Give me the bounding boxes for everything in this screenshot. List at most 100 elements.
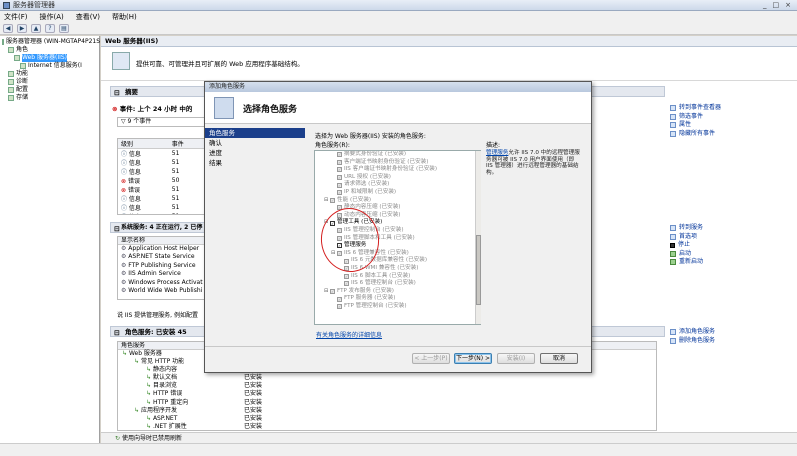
role-service-item[interactable]: ✓ IIS 6 管理控制台 (已安装) <box>315 280 480 288</box>
action-link[interactable]: 重新启动 <box>670 258 797 267</box>
tree-item[interactable]: 功能 <box>0 70 99 78</box>
menu-help[interactable]: 帮助(H) <box>112 12 137 22</box>
step-results[interactable]: 结果 <box>205 158 305 168</box>
collapse-icon[interactable]: ⊟ <box>114 88 120 98</box>
step-confirm[interactable]: 确认 <box>205 138 305 148</box>
action-link[interactable]: 启动 <box>670 250 797 259</box>
role-service-item[interactable]: ⊟ ✓ FTP 发布服务 (已安装) <box>315 288 480 296</box>
action-link[interactable]: 筛选事件 <box>670 113 797 122</box>
action-link[interactable]: 停止 <box>670 241 797 250</box>
horizontal-scrollbar[interactable] <box>0 443 797 456</box>
list-item[interactable]: ⚙ IIS Admin Service <box>118 270 204 278</box>
tree-item[interactable]: 存储 <box>0 94 99 102</box>
expander-icon[interactable]: ⊟ <box>324 197 329 205</box>
col-event[interactable]: 事件 <box>169 139 204 149</box>
table-row[interactable]: ⓘ 信息51 <box>118 212 204 214</box>
table-row[interactable]: ⊗ 错误 50 <box>118 176 204 185</box>
table-row[interactable]: ⊗ 错误 51 <box>118 185 204 194</box>
table-row[interactable]: ↳ ASP.NET 已安装 <box>118 415 656 423</box>
role-service-item[interactable]: ✓ URL 授权 (已安装) <box>315 174 480 182</box>
table-row[interactable]: ↳ HTTP 重定向 已安装 <box>118 399 656 407</box>
checkbox[interactable]: ✓ <box>337 152 342 158</box>
table-row[interactable]: ↳ 应用程序开发 已安装 <box>118 407 656 415</box>
table-row[interactable]: ⓘ 信息51 <box>118 167 204 176</box>
role-service-item[interactable]: ✓ IIS 客户端证书映射身份验证 (已安装) <box>315 166 480 174</box>
checkbox[interactable]: ✓ <box>344 281 349 287</box>
collapse-icon[interactable]: ⊟ <box>114 328 120 338</box>
maximize-button[interactable]: □ <box>773 1 780 9</box>
table-row[interactable]: ⓘ 信息51 <box>118 158 204 167</box>
checkbox[interactable]: ✓ <box>337 190 342 196</box>
scroll-thumb[interactable] <box>476 235 481 305</box>
checkbox[interactable]: ✓ <box>337 167 342 173</box>
action-link[interactable]: 转到事件查看器 <box>670 104 797 113</box>
role-service-item[interactable]: ✓ IIS 6 脚本工具 (已安装) <box>315 273 480 281</box>
install-button[interactable]: 安装(I) <box>497 353 535 364</box>
events-filter[interactable]: ▽ 9 个事件 <box>117 117 205 127</box>
table-row[interactable]: ⓘ 信息51 <box>118 194 204 203</box>
step-role-services[interactable]: 角色服务 <box>205 128 305 138</box>
minimize-button[interactable]: _ <box>763 1 767 9</box>
role-service-item[interactable]: ✓ 摘要式身份验证 (已安装) <box>315 151 480 159</box>
role-service-item[interactable]: ✓ 请求筛选 (已安装) <box>315 181 480 189</box>
table-row[interactable]: ⓘ 信息51 <box>118 149 204 158</box>
checkbox[interactable]: ✓ <box>330 197 335 203</box>
menu-view[interactable]: 查看(V) <box>76 12 100 22</box>
action-link[interactable]: 删除角色服务 <box>670 337 797 346</box>
expander-icon[interactable]: ⊟ <box>324 288 329 296</box>
action-link[interactable]: 首选项 <box>670 233 797 242</box>
col-display-name[interactable]: 显示名称 <box>118 237 204 245</box>
action-link[interactable]: 隐藏所有事件 <box>670 130 797 139</box>
checkbox[interactable]: ✓ <box>337 159 342 165</box>
event-level: ⓘ 信息 <box>118 203 169 212</box>
action-link[interactable]: 添加角色服务 <box>670 328 797 337</box>
next-button[interactable]: 下一步(N) > <box>454 353 492 364</box>
tree-item[interactable]: 配置 <box>0 86 99 94</box>
tree-item[interactable]: Web 服务器(IIS) <box>0 54 99 62</box>
list-item[interactable]: ⚙ Windows Process Activat <box>118 279 204 287</box>
checkbox[interactable]: ✓ <box>337 296 342 302</box>
cancel-button[interactable]: 取消 <box>540 353 578 364</box>
previous-button[interactable]: < 上一步(P) <box>412 353 450 364</box>
forward-arrow-icon[interactable]: ▶ <box>17 23 27 33</box>
description-link[interactable]: 管理服务 <box>486 150 508 156</box>
tree-item[interactable]: Internet 信息服务(I <box>0 62 99 70</box>
more-info-link[interactable]: 有关角色服务的详细信息 <box>316 330 382 339</box>
table-row[interactable]: ↳ HTTP 错误 已安装 <box>118 390 656 398</box>
checkbox[interactable]: ✓ <box>337 182 342 188</box>
up-folder-icon[interactable]: ▲ <box>31 23 41 33</box>
role-service-status: 已安装 <box>244 422 263 430</box>
checkbox[interactable]: ✓ <box>337 175 342 181</box>
list-item[interactable]: ⚙ ASP.NET State Service <box>118 253 204 261</box>
events-title[interactable]: ⊗ 事件: 上个 24 小时 中的 <box>112 103 192 113</box>
system-services-header[interactable]: ⊟ 系统服务: 4 正在运行, 2 已停 <box>110 222 205 233</box>
tree-item[interactable]: 服务器管理器 (WIN-MGTAP4P21S <box>0 38 100 46</box>
menu-file[interactable]: 文件(F) <box>4 12 28 22</box>
col-level[interactable]: 级别 <box>118 139 169 149</box>
show-pane-icon[interactable]: ▤ <box>59 23 69 33</box>
close-button[interactable]: × <box>785 1 791 9</box>
table-row[interactable]: ↳ .NET 扩展性 已安装 <box>118 422 656 430</box>
list-item[interactable]: ⚙ Application Host Helper <box>118 245 204 253</box>
tree-item[interactable]: 角色 <box>0 46 99 54</box>
list-item[interactable]: ⚙ World Wide Web Publishi <box>118 287 204 295</box>
list-item[interactable]: ⚙ FTP Publishing Service <box>118 262 204 270</box>
role-service-item[interactable]: ✓ FTP 服务器 (已安装) <box>315 295 480 303</box>
action-link[interactable]: 属性 <box>670 121 797 130</box>
table-row[interactable]: ↳ 目录浏览 已安装 <box>118 382 656 390</box>
menu-action[interactable]: 操作(A) <box>40 12 64 22</box>
table-row[interactable]: ⓘ 信息51 <box>118 203 204 212</box>
role-service-name: ↳ 应用程序开发 <box>134 406 177 414</box>
action-link[interactable]: 转到服务 <box>670 224 797 233</box>
step-progress[interactable]: 进度 <box>205 148 305 158</box>
checkbox[interactable]: ✓ <box>330 288 335 294</box>
collapse-icon[interactable]: ⊟ <box>114 224 120 232</box>
role-service-item[interactable]: ✓ FTP 管理控制台 (已安装) <box>315 303 480 311</box>
checkbox[interactable]: ✓ <box>337 304 342 310</box>
checkbox[interactable]: ✓ <box>344 273 349 279</box>
role-service-item[interactable]: ✓ IP 和域限制 (已安装) <box>315 189 480 197</box>
help-icon[interactable]: ? <box>45 23 55 33</box>
back-arrow-icon[interactable]: ◀ <box>3 23 13 33</box>
table-row[interactable]: ↳ 默认文档 已安装 <box>118 374 656 382</box>
tree-item[interactable]: 诊断 <box>0 78 99 86</box>
